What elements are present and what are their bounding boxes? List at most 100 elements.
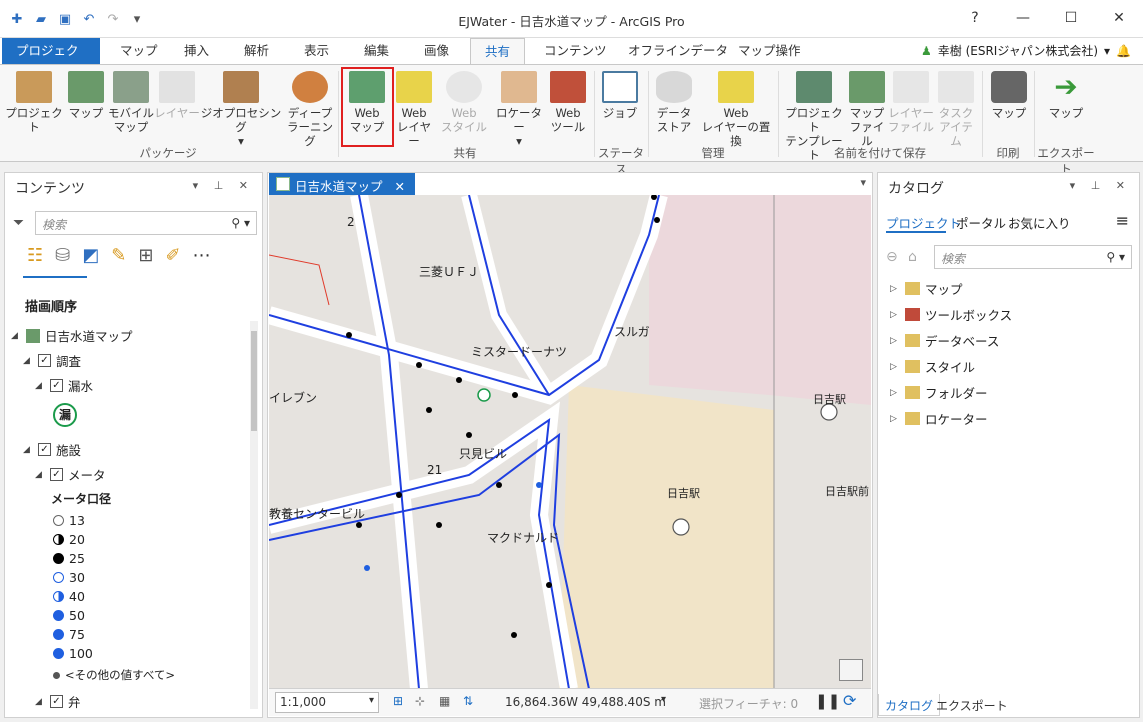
tab-map-ops[interactable]: マップ操作	[724, 38, 815, 64]
tree-layer-facility[interactable]: ◢ ✓ 施設	[23, 440, 81, 459]
manage-replace-web-layer-button[interactable]: Web レイヤーの置換	[698, 71, 774, 148]
saveas-map-file-button[interactable]: マップ ファイル	[846, 71, 888, 148]
catalog-title: カタログ	[888, 181, 944, 197]
contents-search-input[interactable]: 検索 ⚲ ▾	[35, 211, 257, 235]
legend-circle-icon	[53, 610, 64, 621]
map-file-icon	[849, 71, 885, 103]
catalog-item-maps[interactable]: ▷ マップ	[890, 279, 963, 298]
selection-icon[interactable]: ◩	[82, 245, 99, 266]
web-style-icon	[446, 71, 482, 103]
table-toggle-icon[interactable]: ▦	[439, 694, 450, 708]
back-icon[interactable]: ⊖	[886, 249, 898, 265]
maximize-button[interactable]: ☐	[1047, 0, 1095, 36]
close-tab-icon[interactable]: ✕	[395, 179, 405, 194]
catalog-tab-portal[interactable]: ポータル	[956, 213, 1006, 232]
close-button[interactable]: ✕	[1095, 0, 1143, 36]
tree-layer-valve[interactable]: ◢ ✓ 弁	[35, 692, 81, 711]
package-mobile-map-button[interactable]: モバイル マップ	[108, 71, 154, 134]
labeling-icon[interactable]: ✐	[165, 245, 180, 266]
contents-scrollbar[interactable]	[250, 321, 258, 709]
share-web-style-button[interactable]: Web スタイル	[438, 71, 490, 134]
tab-view[interactable]: 表示	[290, 38, 343, 64]
manage-data-store-button[interactable]: データ ストア	[652, 71, 696, 134]
user-account[interactable]: ♟ 幸樹 (ESRIジャパン株式会社) ▾ 🔔	[921, 42, 1131, 59]
package-project-button[interactable]: プロジェクト	[4, 71, 64, 134]
meter-checkbox[interactable]: ✓	[50, 468, 63, 481]
drawing-order-icon[interactable]: ☷	[27, 245, 43, 266]
tree-map[interactable]: ◢ 日吉水道マップ	[11, 326, 133, 345]
leak-checkbox[interactable]: ✓	[50, 379, 63, 392]
pause-icon[interactable]: ❚❚	[815, 692, 840, 710]
status-jobs-button[interactable]: ジョブ	[600, 71, 640, 120]
survey-checkbox[interactable]: ✓	[38, 354, 51, 367]
minimize-button[interactable]: —	[999, 0, 1047, 36]
leak-symbol-icon: 漏	[53, 403, 77, 427]
export-map-button[interactable]: ➔ マップ	[1042, 71, 1090, 121]
help-button[interactable]: ?	[951, 0, 999, 36]
pane-controls[interactable]: ▾ ⊥ ✕	[193, 179, 254, 192]
share-web-layer-button[interactable]: Web レイヤー	[394, 71, 434, 148]
tree-layer-meter[interactable]: ◢ ✓ メータ	[35, 465, 106, 484]
home-icon[interactable]: ⌂	[908, 249, 917, 265]
map-label: 日吉駅前	[825, 485, 869, 498]
catalog-search-input[interactable]: 検索 ⚲ ▾	[934, 245, 1132, 269]
tree-layer-survey[interactable]: ◢ ✓ 調査	[23, 351, 81, 370]
catalog-item-databases[interactable]: ▷ データベース	[890, 331, 999, 350]
tab-project[interactable]: プロジェクト	[2, 38, 100, 84]
geoprocessing-package-icon	[223, 71, 259, 103]
print-map-button[interactable]: マップ	[988, 71, 1030, 120]
catalog-item-toolboxes[interactable]: ▷ ツールボックス	[890, 305, 1012, 324]
snapping-icon[interactable]: ⊞	[138, 245, 153, 266]
tab-menu-icon[interactable]: ▾	[860, 176, 866, 189]
catalog-item-locators[interactable]: ▷ ロケーター	[890, 409, 988, 428]
legend-item: 20	[53, 532, 85, 547]
catalog-item-styles[interactable]: ▷ スタイル	[890, 357, 975, 376]
map-tab-icon	[276, 177, 290, 191]
tab-edit[interactable]: 編集	[350, 38, 403, 64]
catalog-tab-project[interactable]: プロジェクト	[886, 213, 961, 232]
valve-checkbox[interactable]: ✓	[50, 695, 63, 708]
data-source-icon[interactable]: ⛁	[55, 245, 70, 266]
facility-checkbox[interactable]: ✓	[38, 443, 51, 456]
tree-layer-leak[interactable]: ◢ ✓ 漏水	[35, 376, 93, 395]
tab-contents[interactable]: コンテンツ	[530, 38, 621, 64]
legend-item: 75	[53, 627, 85, 642]
scale-selector[interactable]: 1:1,000 ▾	[275, 692, 379, 713]
map-overview-icon[interactable]	[839, 659, 863, 681]
coords-dropdown-icon[interactable]: ▾	[661, 694, 666, 705]
map-tab[interactable]: 日吉水道マップ ✕	[269, 173, 415, 195]
refresh-icon[interactable]: ⟳	[843, 691, 856, 710]
tab-offline[interactable]: オフラインデータ	[614, 38, 742, 64]
pane-controls[interactable]: ▾ ⊥ ✕	[1070, 179, 1131, 192]
map-canvas[interactable]: 2 三菱ＵＦＪ スルガ ミスタードーナツ イレブン 只見ビル 21 日吉駅 日吉…	[269, 195, 871, 689]
map-view: 日吉水道マップ ✕ ▾ 2 三菱ＵＦＪ スルガ ミスタードーナツ イレブン 只見…	[267, 172, 873, 718]
map-label: 21	[427, 463, 443, 477]
scrollbar-thumb[interactable]	[251, 331, 257, 431]
catalog-tab-favorites[interactable]: お気に入り	[1008, 213, 1071, 232]
package-layer-button[interactable]: レイヤー	[154, 71, 200, 120]
saveas-layer-file-button[interactable]: レイヤー ファイル	[888, 71, 934, 134]
saveas-task-item-button[interactable]: タスク アイテム	[934, 71, 978, 148]
legend-circle-icon	[53, 534, 64, 545]
notification-icon[interactable]: 🔔	[1116, 44, 1131, 58]
editing-icon[interactable]: ✎	[111, 245, 126, 266]
group-label-manage: 管理	[701, 146, 725, 160]
filter-icon[interactable]: ⏷	[13, 215, 24, 231]
catalog-menu-icon[interactable]: ≡	[1116, 211, 1129, 230]
bottom-tab-export[interactable]: エクスポート	[930, 694, 1014, 716]
tab-share[interactable]: 共有	[470, 38, 526, 65]
share-web-tool-button[interactable]: Web ツール	[548, 71, 588, 134]
package-geoprocessing-button[interactable]: ジオプロセシング ▾	[200, 71, 282, 148]
tab-analysis[interactable]: 解析	[230, 38, 283, 64]
tab-map[interactable]: マップ	[106, 38, 172, 64]
package-map-button[interactable]: マップ	[66, 71, 106, 120]
constraints-toggle-icon[interactable]: ⇅	[463, 694, 473, 708]
tab-imagery[interactable]: 画像	[410, 38, 463, 64]
tab-insert[interactable]: 挿入	[170, 38, 223, 64]
grid-toggle-icon[interactable]: ⊹	[415, 694, 425, 708]
package-deep-learning-button[interactable]: ディープ ラーニング	[284, 71, 336, 148]
share-locator-button[interactable]: ロケーター ▾	[492, 71, 546, 148]
catalog-item-folders[interactable]: ▷ フォルダー	[890, 383, 988, 402]
more-icon[interactable]: ⋯	[193, 245, 211, 266]
snapping-toggle-icon[interactable]: ⊞	[393, 694, 403, 708]
